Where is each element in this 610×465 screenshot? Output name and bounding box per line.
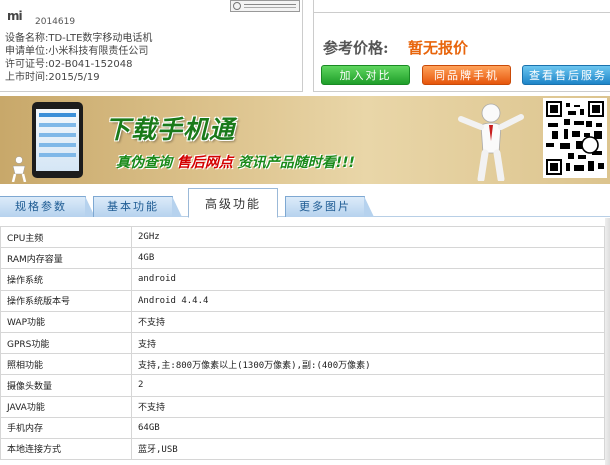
spec-key: RAM内存容量 [0, 247, 132, 270]
spec-value: android [131, 268, 605, 291]
screen-bar [39, 113, 76, 117]
spec-value: 支持,主:800万像素以上(1300万像素),副:(400万像素) [131, 353, 605, 376]
table-row: 本地连接方式 蓝牙,USB [0, 437, 605, 461]
spec-key: WAP功能 [0, 310, 132, 333]
table-row: 摄像头数量 2 [0, 374, 605, 397]
info-label: 上市时间: [5, 72, 49, 83]
price-panel: 参考价格: 暂无报价 加入对比 同品牌手机 查看售后服务 [313, 0, 610, 92]
divider [314, 0, 610, 13]
spec-value: 64GB [131, 416, 605, 439]
price-label: 参考价格: [323, 39, 389, 57]
info-value: 2015/5/19 [48, 72, 100, 83]
qr-code[interactable] [543, 98, 607, 178]
add-to-compare-button[interactable]: 加入对比 [321, 65, 410, 85]
spec-key: 照相功能 [0, 353, 132, 376]
table-row: WAP功能 不支持 [0, 310, 605, 333]
spec-key: 摄像头数量 [0, 374, 132, 397]
same-brand-phones-button[interactable]: 同品牌手机 [422, 65, 511, 85]
table-row: 手机内存 64GB [0, 416, 605, 439]
spec-key: 操作系统 [0, 268, 132, 291]
tagline-part: 售后网点 [176, 155, 233, 171]
badge-text-lines [244, 4, 296, 5]
figure-icon [11, 156, 27, 182]
tagline-part: 真伪查询 [116, 155, 172, 171]
screen-bar [39, 133, 76, 137]
spec-table: CPU主频 2GHz RAM内存容量 4GB 操作系统 android 操作系统版本号… [0, 225, 605, 461]
approval-id: 2014619 [35, 17, 76, 27]
qr-code-icon [546, 101, 604, 175]
mascot-figure-icon [458, 103, 524, 181]
spec-key: JAVA功能 [0, 395, 132, 418]
table-row: 操作系统版本号 Android 4.4.4 [0, 289, 605, 312]
table-row: CPU主频 2GHz [0, 225, 605, 249]
scrollbar[interactable] [605, 218, 610, 465]
spec-value: 2 [131, 374, 605, 397]
device-info-panel: mi 2014619 设备名称:TD-LTE数字移动电话机 申请单位:小米科技有… [0, 0, 303, 92]
spec-value: 不支持 [131, 395, 605, 418]
tab-advanced-functions[interactable]: 高级功能 [188, 188, 278, 218]
tab-more-images[interactable]: 更多图片 [285, 196, 374, 217]
banner-title: 下载手机通 [105, 115, 236, 144]
seal-icon [233, 2, 241, 10]
spec-key: 手机内存 [0, 416, 132, 439]
table-row: RAM内存容量 4GB [0, 247, 605, 270]
app-download-banner[interactable]: 下载手机通 真伪查询 售后网点 资讯产品随时看!!! [0, 96, 610, 184]
banner-tagline: 真伪查询 售后网点 资讯产品随时看!!! [116, 152, 355, 172]
tab-basic-functions[interactable]: 基本功能 [93, 196, 182, 217]
certification-badge [230, 0, 300, 12]
spec-key: GPRS功能 [0, 331, 132, 355]
after-sales-service-button[interactable]: 查看售后服务 [522, 65, 610, 85]
table-row: JAVA功能 不支持 [0, 395, 605, 418]
phone-screen [36, 109, 79, 171]
spec-value: 支持 [131, 331, 605, 355]
spec-value: Android 4.4.4 [131, 289, 605, 312]
table-row: 照相功能 支持,主:800万像素以上(1300万像素),副:(400万像素) [0, 353, 605, 376]
table-row: 操作系统 android [0, 268, 605, 291]
screen-bar [39, 153, 76, 157]
spec-key: CPU主频 [0, 225, 132, 249]
table-row: GPRS功能 支持 [0, 331, 605, 355]
spec-key: 本地连接方式 [0, 437, 132, 461]
brand-logo: mi [7, 9, 23, 23]
spec-value: 不支持 [131, 310, 605, 333]
phone-illustration [32, 102, 83, 178]
spec-value: 2GHz [131, 225, 605, 249]
tab-specs[interactable]: 规格参数 [0, 196, 95, 217]
screen-bar [39, 143, 76, 147]
price-value: 暂无报价 [408, 39, 469, 57]
info-row-launch-date: 上市时间:2015/5/19 [5, 68, 100, 83]
spec-key: 操作系统版本号 [0, 289, 132, 312]
tagline-part: 资讯产品随时看!!! [237, 155, 355, 171]
device-header: mi 2014619 设备名称:TD-LTE数字移动电话机 申请单位:小米科技有… [0, 0, 610, 95]
spec-value: 蓝牙,USB [131, 437, 605, 461]
spec-value: 4GB [131, 247, 605, 270]
screen-bar [39, 123, 76, 127]
